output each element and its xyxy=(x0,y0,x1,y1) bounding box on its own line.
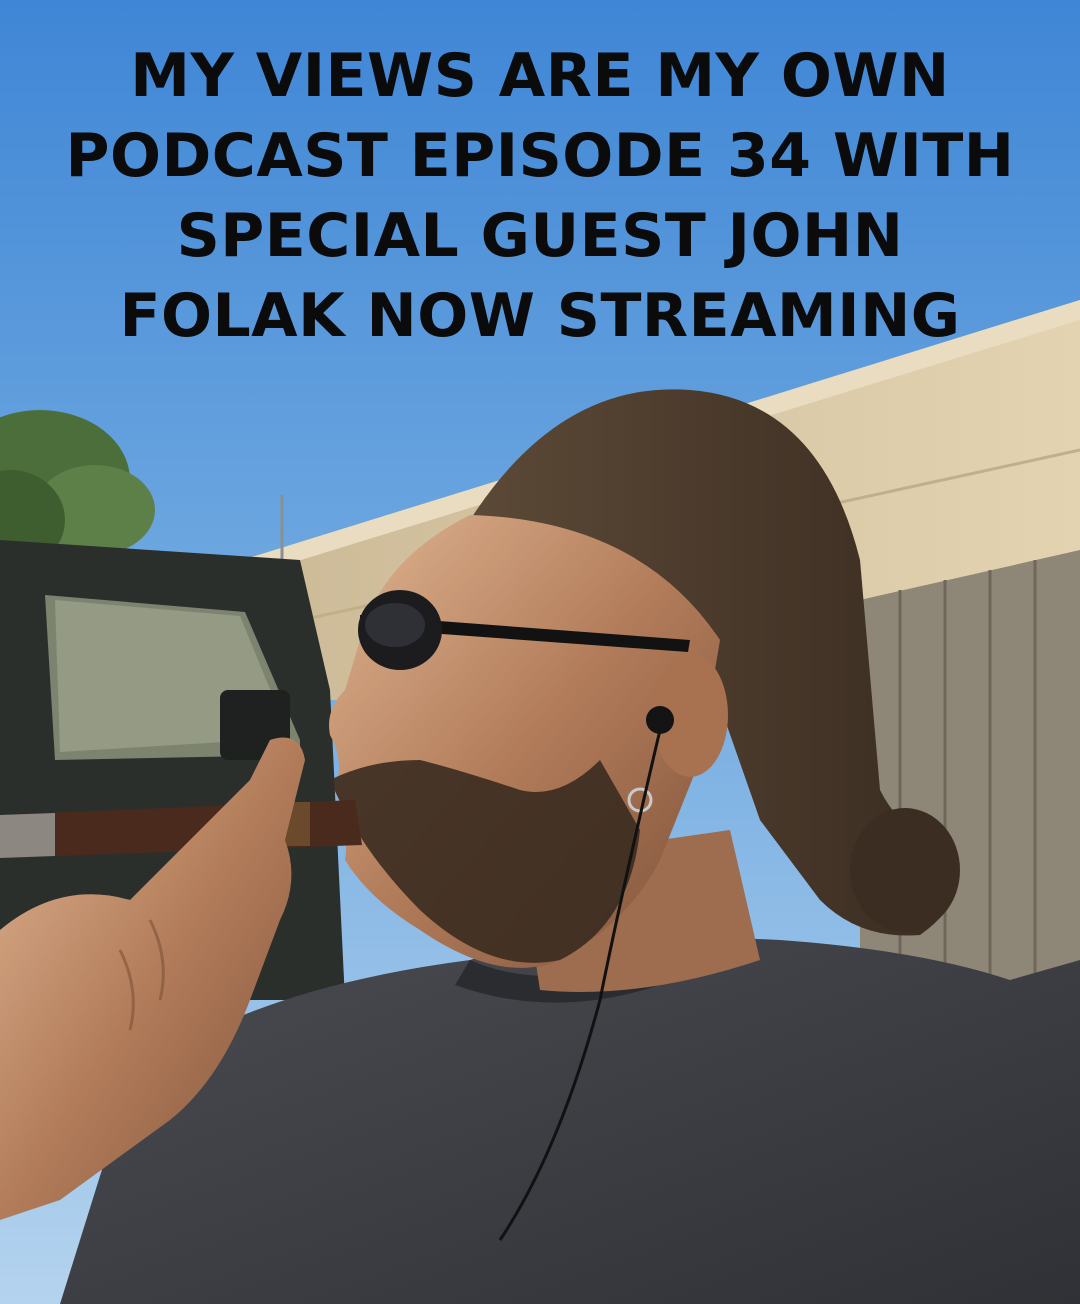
caption-line-4: FOLAK NOW STREAMING xyxy=(119,281,961,351)
caption-line-1: MY VIEWS ARE MY OWN xyxy=(130,41,950,111)
caption-line-2: PODCAST EPISODE 34 WITH xyxy=(65,121,1015,191)
earbud xyxy=(646,706,674,734)
hair-bun xyxy=(850,808,960,932)
episode-caption: MY VIEWS ARE MY OWN PODCAST EPISODE 34 W… xyxy=(0,36,1080,356)
caption-line-3: SPECIAL GUEST JOHN xyxy=(176,201,904,271)
